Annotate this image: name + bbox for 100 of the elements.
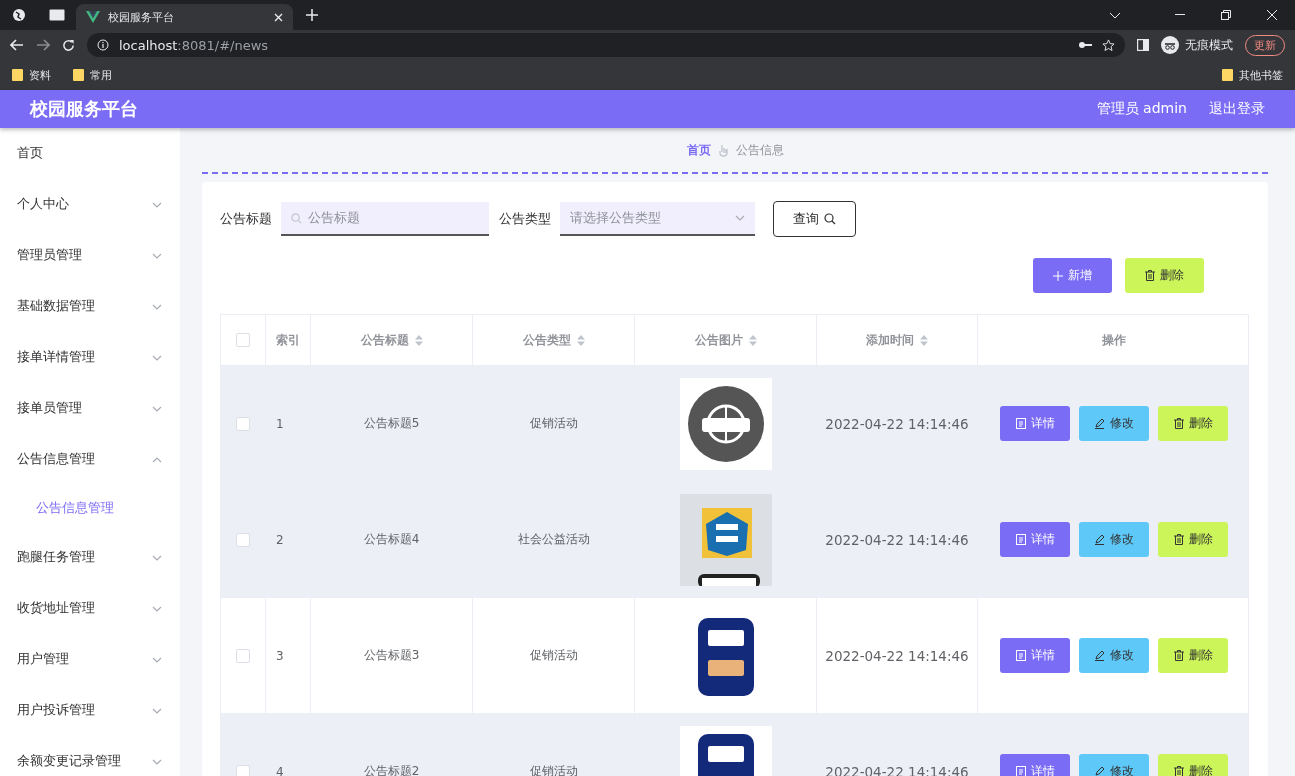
sidebar-icon[interactable] — [1137, 39, 1149, 51]
sidebar-subitem[interactable]: 公告信息管理 — [0, 485, 180, 532]
search-icon — [824, 213, 836, 225]
table-cell: 2 — [276, 532, 284, 547]
delete-button[interactable]: 删除 — [1158, 754, 1228, 776]
edit-button[interactable]: 修改 — [1079, 754, 1149, 776]
logout-link[interactable]: 退出登录 — [1209, 100, 1265, 118]
bookmark-folder[interactable]: 资料 — [12, 67, 51, 83]
logo-icon — [86, 11, 100, 23]
pencil-icon — [1094, 766, 1105, 776]
sidebar-item[interactable]: 余额变更记录管理 — [0, 736, 180, 776]
forward-icon[interactable] — [36, 39, 50, 51]
delete-button[interactable]: 删除 — [1158, 406, 1228, 441]
table-cell: 2022-04-22 14:14:46 — [825, 647, 969, 664]
trash-icon — [1145, 270, 1155, 281]
document-icon — [1015, 418, 1026, 429]
document-icon — [1015, 534, 1026, 545]
address-bar[interactable]: localhost:8081/#/news — [87, 33, 1125, 57]
trash-icon — [1173, 766, 1184, 776]
sidebar-item[interactable]: 首页 — [0, 128, 180, 179]
back-icon[interactable] — [10, 39, 24, 51]
checkbox[interactable] — [236, 333, 250, 347]
table-cell: 4 — [276, 764, 284, 776]
tab-title: 校园服务平台 — [108, 9, 175, 25]
column-header: 操作 — [1102, 331, 1126, 349]
sort-icon — [414, 334, 423, 346]
hand-icon — [718, 143, 728, 157]
detail-button[interactable]: 详情 — [1000, 638, 1070, 673]
table-cell: 1 — [276, 416, 284, 431]
sidebar-item[interactable]: 跑腿任务管理 — [0, 532, 180, 583]
delete-button[interactable]: 删除 — [1125, 258, 1204, 293]
add-button[interactable]: 新增 — [1033, 258, 1112, 293]
sidebar-item[interactable]: 接单员管理 — [0, 383, 180, 434]
sidebar-item[interactable]: 用户投诉管理 — [0, 685, 180, 736]
query-button[interactable]: 查询 — [773, 201, 856, 237]
url-text: localhost:8081/#/news — [119, 37, 269, 53]
close-icon[interactable] — [1267, 10, 1277, 20]
restore-icon[interactable] — [1221, 10, 1231, 20]
sidebar-item[interactable]: 收货地址管理 — [0, 583, 180, 634]
sort-icon — [576, 334, 585, 346]
sidebar-item[interactable]: 用户管理 — [0, 634, 180, 685]
field-label: 公告标题 — [220, 210, 272, 228]
sidebar-item[interactable]: 接单详情管理 — [0, 332, 180, 383]
document-icon — [1015, 766, 1026, 776]
table-cell: 促销活动 — [529, 763, 578, 776]
window-icon[interactable] — [49, 9, 65, 21]
breadcrumb-current: 公告信息 — [735, 141, 784, 159]
field-label: 公告类型 — [499, 210, 551, 228]
table-cell: 促销活动 — [529, 647, 578, 664]
bookmark-folder[interactable]: 常用 — [73, 67, 112, 83]
chevron-down-icon — [735, 215, 745, 221]
pencil-icon — [1094, 650, 1105, 661]
incognito-label: 无痕模式 — [1185, 36, 1233, 54]
reload-icon[interactable] — [62, 38, 75, 52]
table-cell: 3 — [276, 648, 284, 663]
delete-button[interactable]: 删除 — [1158, 638, 1228, 673]
sort-icon — [748, 334, 757, 346]
table-cell: 公告标题4 — [363, 531, 420, 548]
checkbox[interactable] — [236, 416, 250, 431]
detail-button[interactable]: 详情 — [1000, 754, 1070, 776]
table-cell: 2022-04-22 14:14:46 — [825, 763, 969, 776]
delete-button[interactable]: 删除 — [1158, 522, 1228, 557]
chevron-down-icon[interactable] — [1109, 11, 1121, 19]
browser-tab[interactable]: 校园服务平台 — [76, 4, 293, 30]
edit-button[interactable]: 修改 — [1079, 638, 1149, 673]
checkbox[interactable] — [236, 648, 250, 663]
table-cell: 公告标题2 — [363, 763, 420, 776]
folder-icon — [73, 69, 84, 81]
column-header: 索引 — [276, 331, 300, 349]
trash-icon — [1173, 418, 1184, 429]
close-icon[interactable] — [274, 12, 283, 22]
sidebar-item[interactable]: 公告信息管理 — [0, 434, 180, 485]
detail-button[interactable]: 详情 — [1000, 406, 1070, 441]
sidebar-item[interactable]: 管理员管理 — [0, 230, 180, 281]
new-tab-icon[interactable] — [306, 9, 318, 21]
incognito-icon[interactable] — [1161, 36, 1179, 54]
checkbox[interactable] — [236, 532, 250, 547]
table-cell: 公告标题3 — [363, 647, 420, 664]
user-name: 管理员 admin — [1096, 100, 1187, 118]
plus-icon — [1053, 270, 1063, 281]
sidebar-item[interactable]: 基础数据管理 — [0, 281, 180, 332]
table-cell: 公告标题5 — [363, 415, 420, 432]
breadcrumb-link[interactable]: 首页 — [686, 141, 711, 159]
sidebar-item[interactable]: 个人中心 — [0, 179, 180, 230]
table-cell: 社会公益活动 — [517, 531, 590, 548]
sort-icon — [920, 334, 928, 346]
table-cell: 2022-04-22 14:14:46 — [825, 415, 969, 432]
checkbox[interactable] — [236, 764, 250, 776]
star-icon[interactable] — [1102, 38, 1115, 52]
bookmark-folder[interactable]: 其他书签 — [1222, 67, 1283, 83]
minimize-icon[interactable] — [1175, 14, 1185, 16]
table-cell: 促销活动 — [529, 415, 578, 432]
detail-button[interactable]: 详情 — [1000, 522, 1070, 557]
document-icon — [1015, 650, 1026, 661]
edit-button[interactable]: 修改 — [1079, 406, 1149, 441]
edit-button[interactable]: 修改 — [1079, 522, 1149, 557]
pencil-icon — [1094, 534, 1105, 545]
info-icon — [97, 39, 109, 51]
trash-icon — [1173, 534, 1184, 545]
key-icon[interactable] — [1078, 41, 1092, 49]
